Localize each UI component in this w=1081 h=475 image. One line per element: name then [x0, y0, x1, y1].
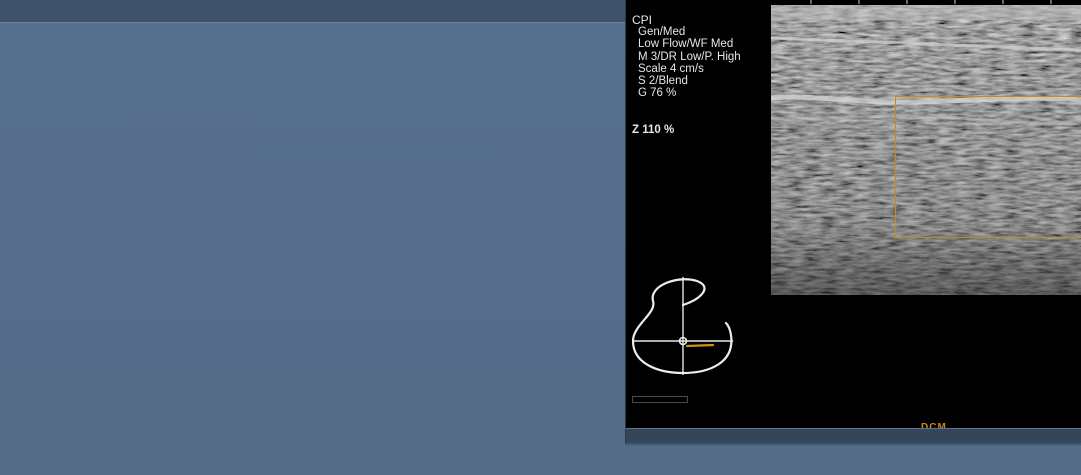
- mode-label: CPI: [632, 13, 653, 27]
- setting-line: G 76 %: [638, 87, 677, 100]
- top-toolbar-strip: [0, 0, 625, 23]
- viewer-bottom-edge: [625, 443, 1081, 445]
- setting-line: Low Flow/WF Med: [638, 38, 734, 51]
- setting-line: Scale 4 cm/s: [638, 62, 704, 75]
- color-roi-box[interactable]: [895, 96, 1081, 238]
- setting-line: Gen/Med: [638, 26, 686, 39]
- setting-line: M 3/DR Low/P. High: [638, 50, 741, 63]
- scale-bar: [632, 396, 688, 403]
- zoom-readout: Z 110 %: [632, 124, 675, 136]
- setting-line: S 2/Blend: [638, 75, 688, 88]
- breast-probe-position-icon: [631, 277, 733, 375]
- acquisition-parameters: CPI Gen/Med Low Flow/WF Med M 3/DR Low/P…: [632, 14, 741, 99]
- ultrasound-image[interactable]: [771, 0, 1081, 295]
- viewer-footer-bar: [625, 428, 1081, 444]
- app-window: CPI Gen/Med Low Flow/WF Med M 3/DR Low/P…: [0, 0, 1081, 475]
- ultrasound-viewer[interactable]: CPI Gen/Med Low Flow/WF Med M 3/DR Low/P…: [625, 0, 1081, 443]
